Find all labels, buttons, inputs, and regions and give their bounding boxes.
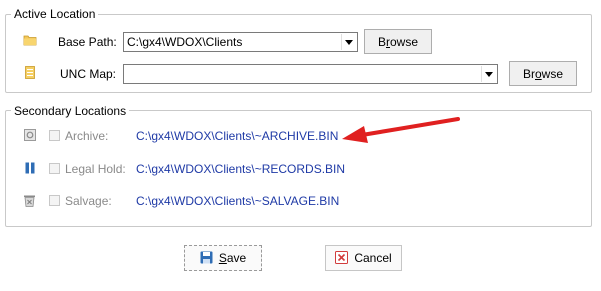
legal-hold-checkbox[interactable] xyxy=(49,163,60,174)
chevron-down-icon[interactable] xyxy=(481,66,496,82)
unc-map-label: UNC Map: xyxy=(60,67,117,81)
cancel-button[interactable]: Cancel xyxy=(325,245,402,271)
save-icon xyxy=(200,251,213,267)
salvage-icon xyxy=(23,194,36,210)
cancel-icon xyxy=(335,251,349,267)
salvage-checkbox[interactable] xyxy=(49,195,60,206)
base-path-dropdown[interactable]: C:\gx4\WDOX\Clients xyxy=(123,32,358,52)
secondary-locations-title: Secondary Locations xyxy=(11,104,130,118)
legal-hold-icon xyxy=(24,162,36,177)
legal-hold-label: Legal Hold: xyxy=(65,162,126,176)
browse-base-path-button[interactable]: Br owse xyxy=(364,29,432,54)
annotation-arrow xyxy=(342,117,460,143)
unc-map-icon xyxy=(25,66,35,82)
base-path-value: C:\gx4\WDOX\Clients xyxy=(127,35,243,49)
salvage-label: Salvage: xyxy=(65,194,112,208)
salvage-path: C:\gx4\WDOX\Clients\~SALVAGE.BIN xyxy=(136,194,340,208)
save-button[interactable]: Save xyxy=(184,245,262,271)
folder-icon xyxy=(23,34,37,49)
browse-unc-map-button[interactable]: Br o wse xyxy=(509,61,577,86)
archive-label: Archive: xyxy=(65,129,109,143)
base-path-label: Base Path: xyxy=(58,35,117,49)
legal-hold-path: C:\gx4\WDOX\Clients\~RECORDS.BIN xyxy=(136,162,346,176)
archive-icon xyxy=(24,129,36,144)
archive-path: C:\gx4\WDOX\Clients\~ARCHIVE.BIN xyxy=(136,129,339,143)
archive-checkbox[interactable] xyxy=(49,130,60,141)
active-location-title: Active Location xyxy=(11,7,99,21)
chevron-down-icon[interactable] xyxy=(341,34,356,50)
unc-map-dropdown[interactable] xyxy=(123,64,498,84)
